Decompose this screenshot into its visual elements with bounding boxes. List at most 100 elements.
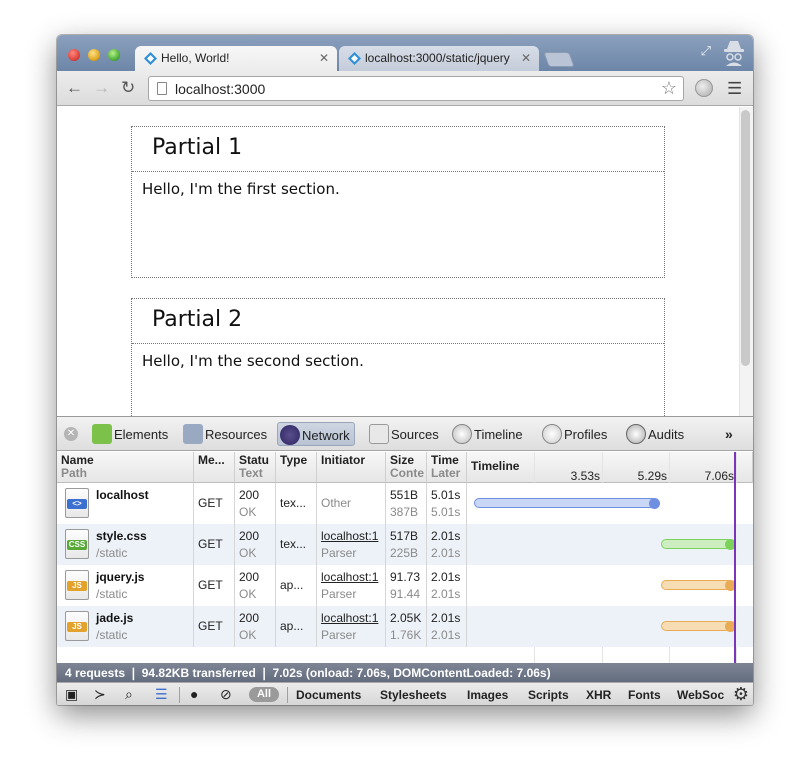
record-icon[interactable]: ●: [190, 686, 198, 702]
tab-sources[interactable]: Sources: [367, 422, 439, 446]
close-window-button[interactable]: [68, 49, 80, 61]
column-header[interactable]: Statu Text: [235, 452, 276, 483]
file-type-icon: <>: [65, 488, 89, 518]
forward-arrow-icon[interactable]: →: [93, 78, 110, 98]
content-size: 387B: [390, 505, 419, 519]
timeline-bar-end: [648, 497, 660, 509]
page-scrollbar-thumb[interactable]: [741, 110, 750, 366]
table-row[interactable]: JS jquery.js/static GET 200 OK ap... localhost…: [57, 565, 753, 606]
file-type-label: JS: [67, 622, 87, 632]
table-cell: 517B 225B: [386, 524, 427, 565]
filter-images[interactable]: Images: [467, 688, 508, 702]
request-name[interactable]: style.css: [96, 528, 193, 545]
table-cell: JS jquery.js/static: [57, 565, 194, 606]
column-header[interactable]: Initiator: [317, 452, 386, 483]
tab-timeline[interactable]: Timeline: [450, 422, 523, 446]
filter-stylesheets[interactable]: Stylesheets: [380, 688, 447, 702]
status-code: 200: [239, 570, 260, 584]
resources-icon: [183, 424, 203, 444]
table-row[interactable]: CSS style.css/static GET 200 OK tex... localho…: [57, 524, 753, 565]
table-cell: GET: [194, 565, 235, 606]
page-scrollbar-track[interactable]: [739, 107, 753, 416]
column-header[interactable]: Me...: [194, 452, 235, 483]
column-header[interactable]: Name Path: [57, 452, 194, 483]
close-devtools-icon[interactable]: ✕: [64, 427, 78, 441]
panel-label: Timeline: [474, 427, 523, 442]
filter-all-button[interactable]: All: [249, 687, 279, 702]
url-input[interactable]: [175, 80, 645, 98]
request-name[interactable]: localhost: [96, 487, 193, 504]
table-row[interactable]: JS jade.js/static GET 200 OK ap... localhost:1…: [57, 606, 753, 647]
request-time: 2.01s: [431, 529, 461, 543]
table-cell: localhost:1 Parser: [317, 565, 386, 606]
hamburger-menu-icon[interactable]: ☰: [727, 79, 742, 99]
column-header[interactable]: Size Conte: [386, 452, 427, 483]
section-heading: Partial 2: [132, 299, 664, 344]
filter-scripts[interactable]: Scripts: [528, 688, 569, 702]
incognito-icon: [724, 41, 744, 66]
timeline-bar[interactable]: [660, 539, 733, 549]
new-tab-button[interactable]: [543, 52, 575, 67]
content-size: 91.44: [390, 587, 421, 601]
list-view-icon[interactable]: ☰: [155, 686, 168, 703]
initiator-link[interactable]: localhost:1: [321, 529, 378, 543]
column-header[interactable]: Time Later: [427, 452, 467, 483]
tab-profiles[interactable]: Profiles: [540, 422, 607, 446]
back-arrow-icon[interactable]: ←: [66, 78, 83, 98]
initiator-link[interactable]: localhost:1: [321, 570, 378, 584]
column-subtitle: Later: [431, 466, 461, 480]
bookmark-star-icon[interactable]: ☆: [661, 78, 677, 99]
column-title: Type: [280, 453, 308, 467]
zoom-window-button[interactable]: [108, 49, 120, 61]
search-icon[interactable]: ⌕: [125, 686, 133, 703]
globe-extension-icon[interactable]: [695, 79, 713, 97]
timeline-bar[interactable]: [660, 580, 733, 590]
column-header[interactable]: Type: [276, 452, 317, 483]
table-cell: localhost:1 Parser: [317, 606, 386, 647]
table-row[interactable]: <> localhost GET 200 OK tex... Other 551B 387B 5.…: [57, 483, 753, 524]
request-latency: 2.01s: [431, 587, 461, 601]
initiator-type: Parser: [321, 587, 357, 601]
tab-title: Hello, World!: [161, 51, 230, 65]
column-subtitle: Conte: [390, 466, 424, 480]
clear-icon[interactable]: ⊘: [220, 686, 232, 703]
table-cell: tex...: [276, 524, 317, 565]
table-cell: tex...: [276, 483, 317, 524]
more-panels-button[interactable]: »: [725, 426, 733, 442]
address-bar[interactable]: ☆: [148, 76, 684, 101]
tab-resources[interactable]: Resources: [181, 422, 267, 446]
filter-fonts[interactable]: Fonts: [628, 688, 661, 702]
panel-label: Network: [302, 428, 350, 443]
timeline-bar[interactable]: [660, 621, 733, 631]
request-name[interactable]: jade.js: [96, 610, 193, 627]
settings-gear-icon[interactable]: ⚙: [729, 684, 753, 705]
divider: [179, 687, 180, 703]
dock-icon[interactable]: ▣: [65, 686, 78, 703]
fullscreen-icon[interactable]: ⤢: [701, 43, 711, 59]
devtools-panel: ✕ Elements Resources Network Sources Tim…: [57, 416, 753, 705]
column-title: Size: [390, 453, 415, 467]
reload-icon[interactable]: ↻: [121, 78, 135, 98]
panel-label: Profiles: [564, 427, 608, 442]
close-tab-icon[interactable]: ✕: [319, 51, 329, 65]
tab-audits[interactable]: Audits: [624, 422, 684, 446]
console-icon[interactable]: ≻: [94, 686, 106, 703]
close-tab-icon[interactable]: ✕: [521, 51, 531, 65]
panel-label: Elements: [114, 427, 169, 442]
mime-type: ap...: [280, 578, 304, 592]
initiator-text: Other: [321, 496, 352, 510]
tab-jquery[interactable]: localhost:3000/static/jquery ✕: [339, 46, 539, 71]
filter-xhr[interactable]: XHR: [586, 688, 611, 702]
request-name[interactable]: jquery.js: [96, 569, 193, 586]
timeline-bar[interactable]: [474, 498, 657, 508]
filter-documents[interactable]: Documents: [296, 688, 361, 702]
initiator-link[interactable]: localhost:1: [321, 611, 378, 625]
file-type-label: <>: [67, 499, 87, 509]
tab-elements[interactable]: Elements: [90, 422, 168, 446]
minimize-window-button[interactable]: [88, 49, 100, 61]
profiles-icon: [542, 424, 562, 444]
tab-hello-world[interactable]: Hello, World! ✕: [135, 46, 337, 71]
network-table: Name Path Me... Statu Text Type Initiator Size C…: [57, 452, 753, 663]
tab-network[interactable]: Network: [277, 422, 355, 446]
filter-websockets[interactable]: WebSoc: [677, 688, 724, 702]
